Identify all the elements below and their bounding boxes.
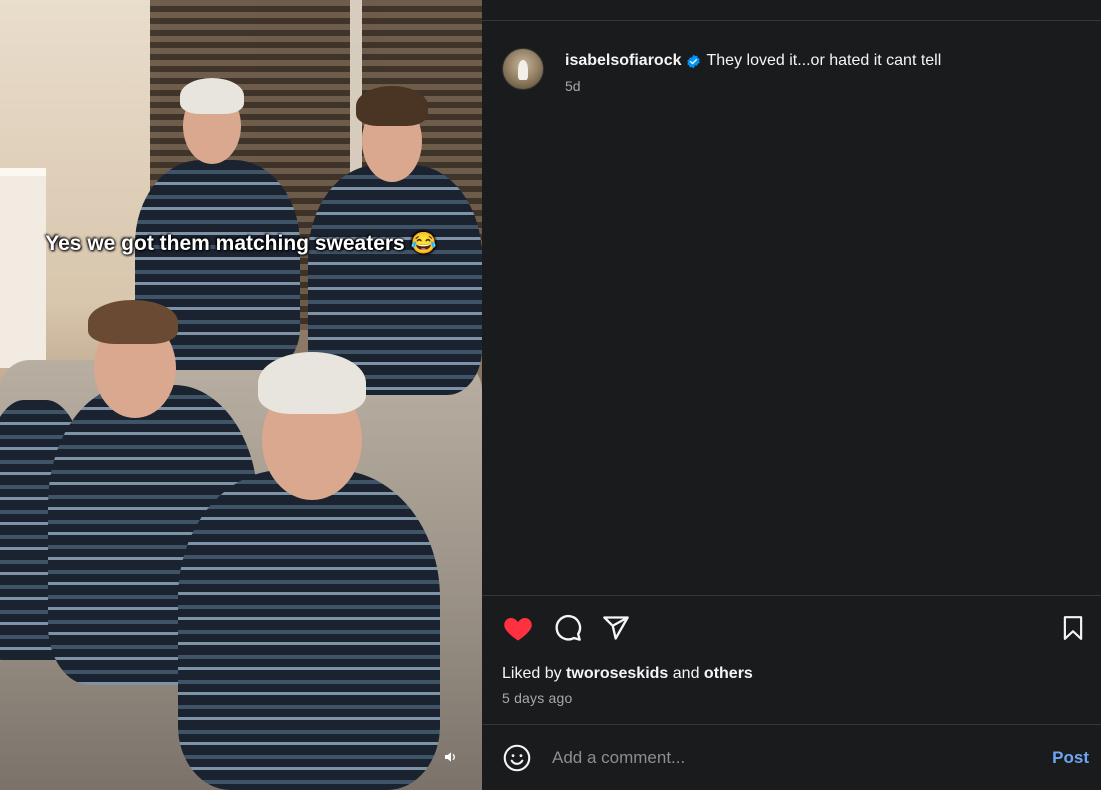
heart-filled-icon[interactable] xyxy=(502,612,534,644)
avatar[interactable] xyxy=(502,48,544,90)
post-comment-button[interactable]: Post xyxy=(1052,748,1089,768)
comment-composer: Post xyxy=(502,741,1089,775)
smiley-icon[interactable] xyxy=(502,743,532,773)
likes-prefix: Liked by xyxy=(502,665,562,682)
post-panel: isabelsofiarock They loved it...or hated… xyxy=(482,0,1101,790)
post-actions-bar xyxy=(502,612,1089,644)
bookmark-icon[interactable] xyxy=(1057,612,1089,644)
post-caption: They loved it...or hated it cant tell xyxy=(706,52,942,69)
likes-and: and xyxy=(672,665,700,682)
username-link[interactable]: isabelsofiarock xyxy=(565,48,682,74)
comment-icon[interactable] xyxy=(552,612,584,644)
post-caption-line: isabelsofiarock They loved it...or hated… xyxy=(565,48,941,74)
video-overlay-caption: Yes we got them matching sweaters 😂 xyxy=(45,232,437,255)
divider xyxy=(482,20,1101,21)
post-timestamp[interactable]: 5d xyxy=(565,78,941,94)
video-person-hair xyxy=(356,86,428,126)
post-header-text: isabelsofiarock They loved it...or hated… xyxy=(565,48,941,94)
comment-input[interactable] xyxy=(552,743,1053,773)
video-person-seated-front xyxy=(178,470,440,790)
verified-badge-icon xyxy=(686,54,701,69)
send-icon[interactable] xyxy=(600,612,632,644)
video-person-hair xyxy=(258,352,366,414)
video-person-hair xyxy=(180,78,244,114)
post-video[interactable]: Yes we got them matching sweaters 😂 xyxy=(0,0,482,790)
video-person-hair xyxy=(88,300,178,344)
post-date[interactable]: 5 days ago xyxy=(502,690,573,706)
likes-summary: Liked by tworoseskids and others xyxy=(502,665,753,683)
post-header: isabelsofiarock They loved it...or hated… xyxy=(502,48,941,94)
likes-user-link[interactable]: tworoseskids xyxy=(566,665,668,682)
video-fireplace-mantel xyxy=(0,168,46,368)
divider xyxy=(482,724,1101,725)
divider xyxy=(482,595,1101,596)
likes-others-link[interactable]: others xyxy=(704,665,753,682)
speaker-icon[interactable] xyxy=(440,746,462,768)
